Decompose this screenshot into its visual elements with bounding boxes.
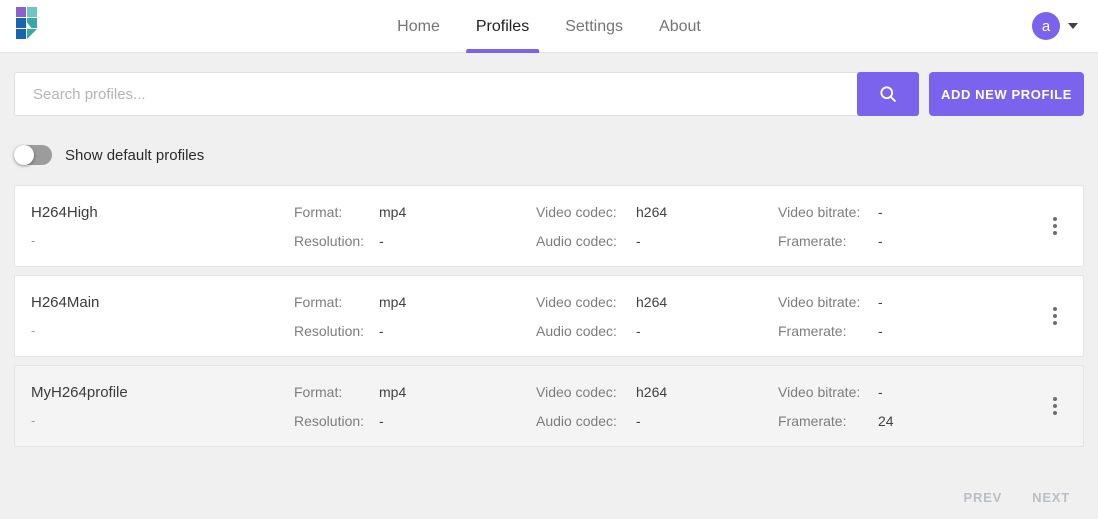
toggle-label: Show default profiles bbox=[65, 146, 205, 164]
framerate-value: 24 bbox=[878, 412, 894, 429]
video-codec-value: h264 bbox=[636, 293, 668, 310]
profile-card: H264High - Format: mp4 Resolution: - Vid… bbox=[14, 185, 1084, 267]
avatar[interactable]: a bbox=[1032, 12, 1060, 40]
nav-item-label: Profiles bbox=[475, 17, 530, 35]
profile-fields-col-1: Format: mp4 Resolution: - bbox=[294, 384, 536, 429]
format-value: mp4 bbox=[379, 293, 407, 310]
profile-fields-col-3: Video bitrate: - Framerate: - bbox=[778, 204, 1020, 249]
app: Home Profiles Settings About a Search pr… bbox=[0, 0, 1098, 519]
profile-subtitle: - bbox=[31, 233, 36, 248]
logo-square bbox=[27, 7, 37, 17]
video-bitrate-label: Video bitrate: bbox=[778, 383, 861, 400]
profile-name: H264High bbox=[31, 204, 98, 221]
app-logo-icon bbox=[16, 7, 37, 39]
search-row: ADD NEW PROFILE bbox=[14, 72, 1084, 116]
framerate-label: Framerate: bbox=[778, 322, 847, 339]
main-content: ADD NEW PROFILE Show default profiles H2… bbox=[0, 53, 1098, 519]
prev-page-button[interactable]: PREV bbox=[964, 490, 1003, 505]
framerate-value: - bbox=[878, 322, 883, 339]
logo-square bbox=[16, 18, 26, 28]
search-icon bbox=[878, 84, 898, 104]
logo-square bbox=[27, 18, 37, 28]
video-codec-label: Video codec: bbox=[536, 203, 617, 220]
video-bitrate-label: Video bitrate: bbox=[778, 293, 861, 310]
account-menu[interactable]: a bbox=[1032, 12, 1078, 40]
video-codec-label: Video codec: bbox=[536, 293, 617, 310]
pagination: PREV NEXT bbox=[14, 490, 1084, 505]
profile-card: MyH264profile - Format: mp4 Resolution: … bbox=[14, 365, 1084, 447]
resolution-label: Resolution: bbox=[294, 232, 365, 249]
format-label: Format: bbox=[294, 383, 343, 400]
audio-codec-value: - bbox=[636, 412, 641, 429]
nav-item-label: About bbox=[659, 17, 701, 35]
resolution-label: Resolution: bbox=[294, 412, 365, 429]
search-input[interactable] bbox=[14, 72, 859, 116]
profile-subtitle: - bbox=[31, 323, 36, 338]
resolution-value: - bbox=[379, 412, 384, 429]
profile-fields-col-2: Video codec: h264 Audio codec: - bbox=[536, 384, 778, 429]
toggle-knob bbox=[14, 145, 34, 165]
search-group bbox=[14, 72, 919, 116]
audio-codec-value: - bbox=[636, 322, 641, 339]
nav-item-home[interactable]: Home bbox=[397, 0, 440, 53]
audio-codec-label: Audio codec: bbox=[536, 232, 617, 249]
audio-codec-label: Audio codec: bbox=[536, 322, 617, 339]
profile-fields-col-2: Video codec: h264 Audio codec: - bbox=[536, 204, 778, 249]
profile-title-col: H264High - bbox=[31, 204, 294, 248]
video-codec-value: h264 bbox=[636, 383, 668, 400]
logo-square bbox=[16, 7, 26, 17]
chevron-down-icon[interactable] bbox=[1068, 23, 1078, 29]
format-value: mp4 bbox=[379, 203, 407, 220]
profile-fields-col-2: Video codec: h264 Audio codec: - bbox=[536, 294, 778, 339]
framerate-label: Framerate: bbox=[778, 232, 847, 249]
nav-item-label: Home bbox=[397, 17, 440, 35]
resolution-value: - bbox=[379, 232, 384, 249]
resolution-value: - bbox=[379, 322, 384, 339]
profile-list: H264High - Format: mp4 Resolution: - Vid… bbox=[14, 185, 1084, 447]
logo-square bbox=[27, 29, 37, 39]
nav-item-label: Settings bbox=[565, 17, 624, 35]
profile-options-menu-icon[interactable] bbox=[1043, 304, 1067, 328]
next-page-button[interactable]: NEXT bbox=[1032, 490, 1070, 505]
profile-title-col: MyH264profile - bbox=[31, 384, 294, 428]
framerate-label: Framerate: bbox=[778, 412, 847, 429]
profile-fields-col-1: Format: mp4 Resolution: - bbox=[294, 204, 536, 249]
show-default-profiles-toggle[interactable] bbox=[14, 145, 52, 165]
profile-fields-col-1: Format: mp4 Resolution: - bbox=[294, 294, 536, 339]
search-button[interactable] bbox=[857, 72, 919, 116]
profile-name: H264Main bbox=[31, 294, 100, 311]
video-bitrate-value: - bbox=[878, 203, 883, 220]
profile-options-menu-icon[interactable] bbox=[1043, 214, 1067, 238]
video-codec-value: h264 bbox=[636, 203, 668, 220]
video-bitrate-label: Video bitrate: bbox=[778, 203, 861, 220]
profile-name: MyH264profile bbox=[31, 384, 128, 401]
header: Home Profiles Settings About a bbox=[0, 0, 1098, 53]
nav-item-settings[interactable]: Settings bbox=[565, 0, 623, 53]
framerate-value: - bbox=[878, 232, 883, 249]
format-value: mp4 bbox=[379, 383, 407, 400]
profile-title-col: H264Main - bbox=[31, 294, 294, 338]
video-bitrate-value: - bbox=[878, 293, 883, 310]
format-label: Format: bbox=[294, 203, 343, 220]
profile-card: H264Main - Format: mp4 Resolution: - Vid… bbox=[14, 275, 1084, 357]
nav-item-about[interactable]: About bbox=[659, 0, 701, 53]
video-codec-label: Video codec: bbox=[536, 383, 617, 400]
profile-fields-col-3: Video bitrate: - Framerate: - bbox=[778, 294, 1020, 339]
logo-square bbox=[16, 29, 26, 39]
profile-subtitle: - bbox=[31, 413, 36, 428]
add-new-profile-button[interactable]: ADD NEW PROFILE bbox=[929, 72, 1084, 116]
active-tab-underline bbox=[465, 49, 540, 53]
nav-item-profiles[interactable]: Profiles bbox=[465, 0, 540, 53]
resolution-label: Resolution: bbox=[294, 322, 365, 339]
main-nav: Home Profiles Settings About bbox=[397, 0, 701, 53]
show-default-profiles-row: Show default profiles bbox=[14, 144, 1084, 166]
video-bitrate-value: - bbox=[878, 383, 883, 400]
profile-fields-col-3: Video bitrate: - Framerate: 24 bbox=[778, 384, 1020, 429]
audio-codec-label: Audio codec: bbox=[536, 412, 617, 429]
audio-codec-value: - bbox=[636, 232, 641, 249]
format-label: Format: bbox=[294, 293, 343, 310]
profile-options-menu-icon[interactable] bbox=[1043, 394, 1067, 418]
